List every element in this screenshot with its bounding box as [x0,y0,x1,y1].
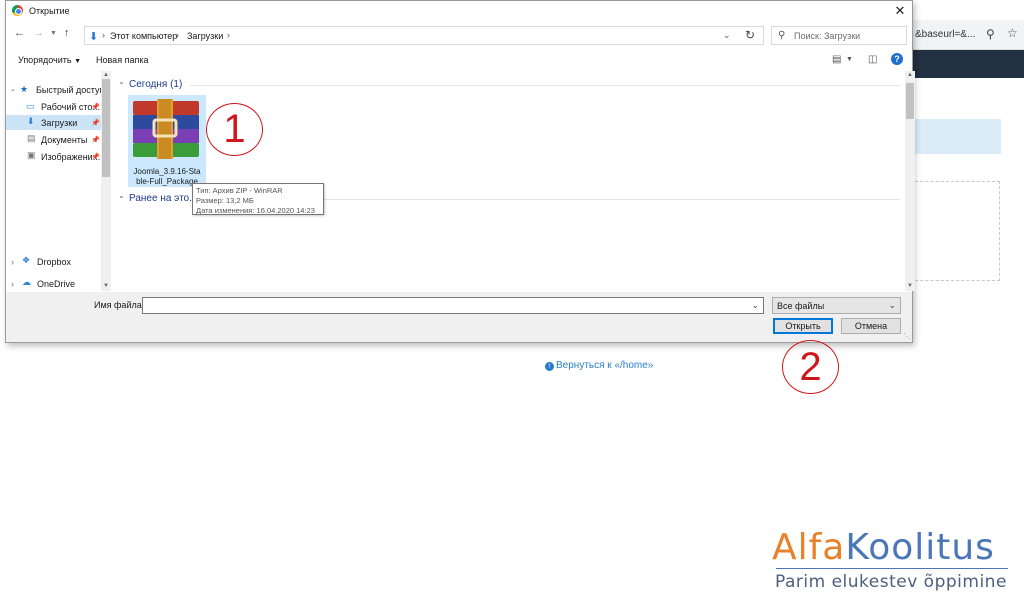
group-today[interactable]: Сегодня (1) [129,79,182,90]
upload-dropzone[interactable] [905,181,1000,281]
open-file-dialog: Открытие ✕ ← → ▼ ↑ ⬇ › Этот компьютер › … [5,0,915,343]
documents-icon: ▤ [27,133,36,143]
chevron-down-icon[interactable]: ⌄ [10,85,16,93]
chevron-right-icon[interactable]: › [227,30,230,40]
view-options-icon[interactable]: ▤ [832,54,841,65]
chevron-down-icon: ▼ [74,58,82,65]
scroll-up-icon[interactable]: ▲ [907,72,913,78]
downloads-folder-icon: ⬇ [89,31,99,43]
navigation-pane: ⌄ ★ Быстрый доступ ▭ Рабочий сто... 📌 ⬇ … [6,71,111,291]
group-divider [190,85,900,86]
chevron-down-icon[interactable]: ⌄ [118,77,125,86]
sidebar-item-dropbox[interactable]: Dropbox [37,257,71,267]
scroll-up-icon[interactable]: ▲ [103,72,109,78]
annotation-marker-1: 1 [206,103,263,156]
winrar-archive-icon [133,99,199,159]
up-arrow-icon[interactable]: ↑ [64,27,70,39]
search-input[interactable]: ⚲ Поиск: Загрузки [771,26,907,45]
new-folder-button[interactable]: Новая папка [96,55,148,65]
scroll-down-icon[interactable]: ▼ [907,283,913,289]
breadcrumb-downloads[interactable]: Загрузки [187,31,223,41]
file-scrollbar[interactable]: ▲ ▼ [905,71,915,291]
logo-underline [776,568,1008,569]
scroll-down-icon[interactable]: ▼ [103,283,109,289]
cancel-button[interactable]: Отмена [841,318,901,334]
group-earlier[interactable]: Ранее на это... [129,193,197,204]
chevron-down-icon: ⌄ [888,300,896,310]
pin-icon: 📌 [91,104,100,111]
info-alert [905,119,1001,154]
organize-button[interactable]: Упорядочить ▼ [18,55,81,65]
back-arrow-icon[interactable]: ← [14,27,25,39]
chevron-down-icon[interactable]: ⌄ [118,191,125,200]
organize-label: Упорядочить [18,55,72,65]
tooltip-size: Размер: 13,2 МБ [196,196,254,205]
group-divider [324,199,900,200]
nav-scrollbar[interactable]: ▲ ▼ [101,71,111,291]
bookmark-star-icon[interactable]: ☆ [1007,26,1018,40]
command-bar: Упорядочить ▼ Новая папка ▤ ▼ ◫ ? [6,50,912,70]
pin-icon: 📌 [91,120,100,127]
alfakoolitus-logo: AlfaKoolitus [772,528,995,568]
pin-icon: 📌 [91,137,100,144]
filename-label: Имя файла: [94,300,145,310]
back-link[interactable]: ↑ Вернуться к «/home» [545,360,653,371]
recent-dropdown-icon[interactable]: ▼ [50,30,57,37]
sidebar-item-onedrive[interactable]: OneDrive [37,279,75,289]
nav-scroll-thumb[interactable] [102,79,110,177]
pin-icon: 📌 [91,154,100,161]
chevron-right-icon[interactable]: › [11,257,14,267]
chevron-right-icon[interactable]: › [176,30,179,40]
back-link-label: Вернуться к «/home» [556,360,654,371]
search-placeholder: Поиск: Загрузки [794,31,861,41]
filetype-select[interactable]: Все файлы ⌄ [772,297,901,314]
sidebar-item-documents[interactable]: Документы [41,135,87,145]
pictures-icon: ▣ [27,150,36,160]
open-button[interactable]: Открыть [773,318,833,334]
dialog-footer: Имя файла: ⌄ Все файлы ⌄ Открыть Отмена … [6,292,912,342]
onedrive-icon: ☁ [22,277,31,287]
chrome-icon [12,5,23,16]
close-icon[interactable]: ✕ [890,3,910,19]
logo-part2: Koolitus [845,527,995,568]
file-item[interactable]: Joomla_3.9.16-Sta ble-Full_Package [128,95,206,187]
view-dropdown-icon[interactable]: ▼ [846,56,853,63]
arrow-circle-icon: ↑ [545,362,554,371]
sidebar-item-quick-access[interactable]: Быстрый доступ [36,85,104,95]
refresh-icon[interactable]: ↻ [745,28,755,42]
forward-arrow-icon[interactable]: → [33,27,44,39]
preview-pane-icon[interactable]: ◫ [868,54,877,65]
dialog-title: Открытие [29,6,70,16]
filetype-value: Все файлы [777,301,825,311]
logo-tagline: Parim elukestev õppimine [775,572,1007,592]
site-navbar [905,50,1024,78]
breadcrumb-this-pc[interactable]: Этот компьютер [110,31,177,41]
file-scroll-thumb[interactable] [906,83,914,119]
chevron-right-icon[interactable]: › [102,30,105,40]
browser-url-fragment[interactable]: &baseurl=&... [915,29,975,40]
zoom-icon[interactable]: ⚲ [986,27,995,41]
resize-grip-icon[interactable]: ⋱ [903,332,911,341]
search-icon: ⚲ [778,30,786,41]
downloads-icon: ⬇ [27,116,35,126]
file-name-line1: Joomla_3.9.16-Sta [133,167,201,176]
desktop-icon: ▭ [26,101,35,111]
tooltip-modified: Дата изменения: 16.04.2020 14:23 [196,206,315,215]
address-bar[interactable]: ⬇ › Этот компьютер › Загрузки › ⌄ ↻ [84,26,764,45]
navigation-row: ← → ▼ ↑ ⬇ › Этот компьютер › Загрузки › … [6,23,912,47]
dialog-titlebar: Открытие ✕ [6,1,912,21]
address-dropdown-icon[interactable]: ⌄ [723,30,731,41]
chevron-right-icon[interactable]: › [11,279,14,289]
dropbox-icon: ❖ [22,255,31,265]
logo-part1: Alfa [772,527,846,568]
help-icon[interactable]: ? [891,53,903,65]
file-tooltip: Тип: Архив ZIP - WinRAR Размер: 13,2 МБ … [192,183,324,215]
annotation-marker-2: 2 [782,340,839,394]
star-icon: ★ [20,84,29,94]
filename-input[interactable]: ⌄ [142,297,764,314]
tooltip-type: Тип: Архив ZIP - WinRAR [196,186,283,195]
sidebar-item-downloads[interactable]: Загрузки [41,118,77,128]
chevron-down-icon[interactable]: ⌄ [751,300,759,311]
